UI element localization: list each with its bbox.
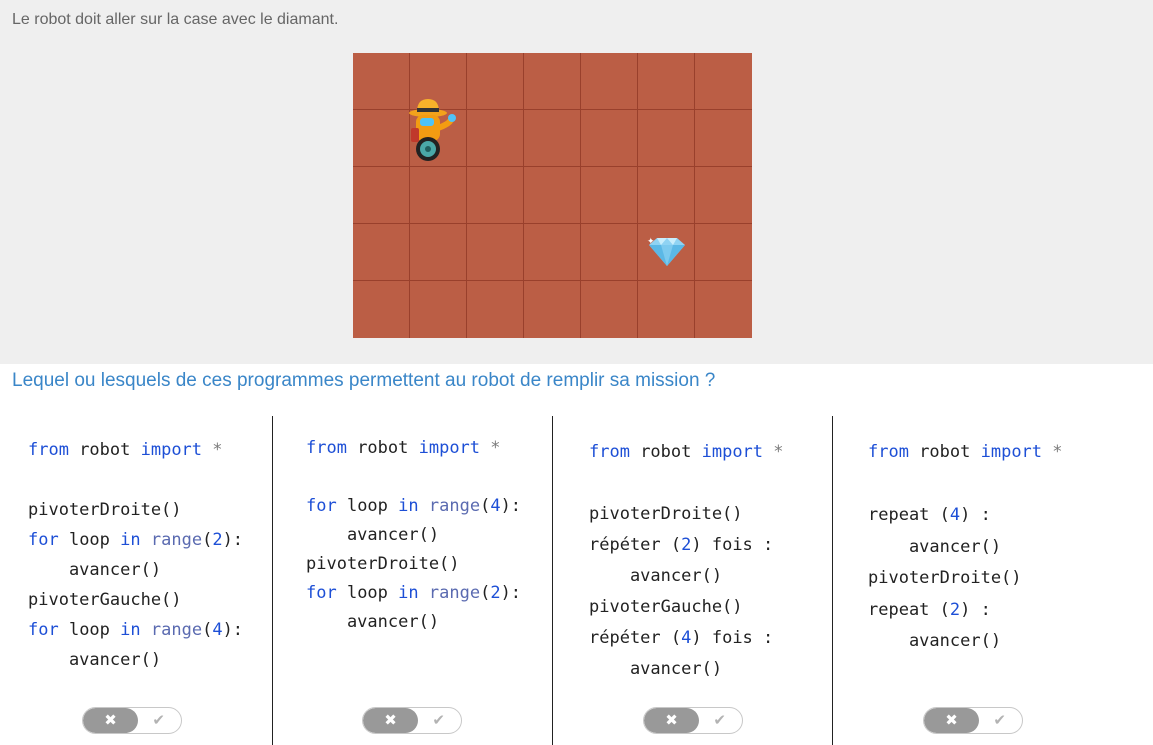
board-cell: [409, 99, 467, 167]
instruction-text: Le robot doit aller sur la case avec le …: [12, 11, 339, 28]
board-cell: [410, 167, 467, 224]
program-code-1: from robot import * pivoterDroite() for …: [28, 440, 244, 670]
svg-text:✦: ✦: [647, 237, 655, 247]
answer-toggle-1[interactable]: ✖ ✔: [82, 707, 182, 734]
board-cell: [467, 53, 524, 110]
answer-toggle-2[interactable]: ✖ ✔: [362, 707, 462, 734]
board-cell: [524, 281, 581, 338]
program-choice-1: from robot import * pivoterDroite() for …: [0, 416, 272, 745]
exercise-panel: Le robot doit aller sur la case avec le …: [0, 0, 1153, 364]
board-cell: [467, 281, 524, 338]
board-cell: [353, 224, 410, 281]
board-cell: [638, 167, 695, 224]
check-icon: ✔: [152, 711, 165, 729]
program-choice-3: from robot import * pivoterDroite() répé…: [553, 416, 832, 745]
board-cell: [410, 224, 467, 281]
board-cell: [581, 224, 638, 281]
board-cell: [638, 281, 695, 338]
program-code-4: from robot import * repeat (4) : avancer…: [868, 442, 1063, 651]
board-cell: [581, 53, 638, 110]
board-cell: [410, 281, 467, 338]
board-cell: [467, 167, 524, 224]
question-text: Lequel ou lesquels de ces programmes per…: [12, 370, 716, 391]
board-cell: [581, 281, 638, 338]
board-cell: [467, 224, 524, 281]
board-cell: ✦: [638, 224, 695, 281]
board-cell: [581, 110, 638, 167]
board-cell: [353, 53, 410, 110]
cross-icon: ✖: [924, 708, 979, 733]
cross-icon: ✖: [83, 708, 138, 733]
board-cell: [524, 167, 581, 224]
board-cell: [353, 110, 410, 167]
board-cell: [467, 110, 524, 167]
board-cell: [638, 110, 695, 167]
program-choice-4: from robot import * repeat (4) : avancer…: [833, 416, 1153, 745]
board-cell: [695, 167, 752, 224]
program-code-2: from robot import * for loop in range(4)…: [306, 438, 522, 632]
check-icon: ✔: [993, 711, 1006, 729]
board-cell: [524, 53, 581, 110]
cross-icon: ✖: [644, 708, 699, 733]
check-icon: ✔: [432, 711, 445, 729]
board-cell: [695, 281, 752, 338]
program-code-3: from robot import * pivoterDroite() répé…: [589, 442, 784, 679]
board-cell: [524, 224, 581, 281]
board-cell: [581, 167, 638, 224]
board-cell: [353, 281, 410, 338]
robot-icon: [409, 99, 456, 161]
board-cell: [695, 224, 752, 281]
board-cell: [353, 167, 410, 224]
answer-toggle-4[interactable]: ✖ ✔: [923, 707, 1023, 734]
board-cell: [524, 110, 581, 167]
diamond-icon: ✦: [647, 237, 685, 266]
check-icon: ✔: [713, 711, 726, 729]
program-choice-2: from robot import * for loop in range(4)…: [273, 416, 552, 745]
answer-toggle-3[interactable]: ✖ ✔: [643, 707, 743, 734]
board-cell: [695, 110, 752, 167]
board-cell: [638, 53, 695, 110]
robot-board: ✦: [353, 53, 752, 338]
cross-icon: ✖: [363, 708, 418, 733]
board-cell: [695, 53, 752, 110]
